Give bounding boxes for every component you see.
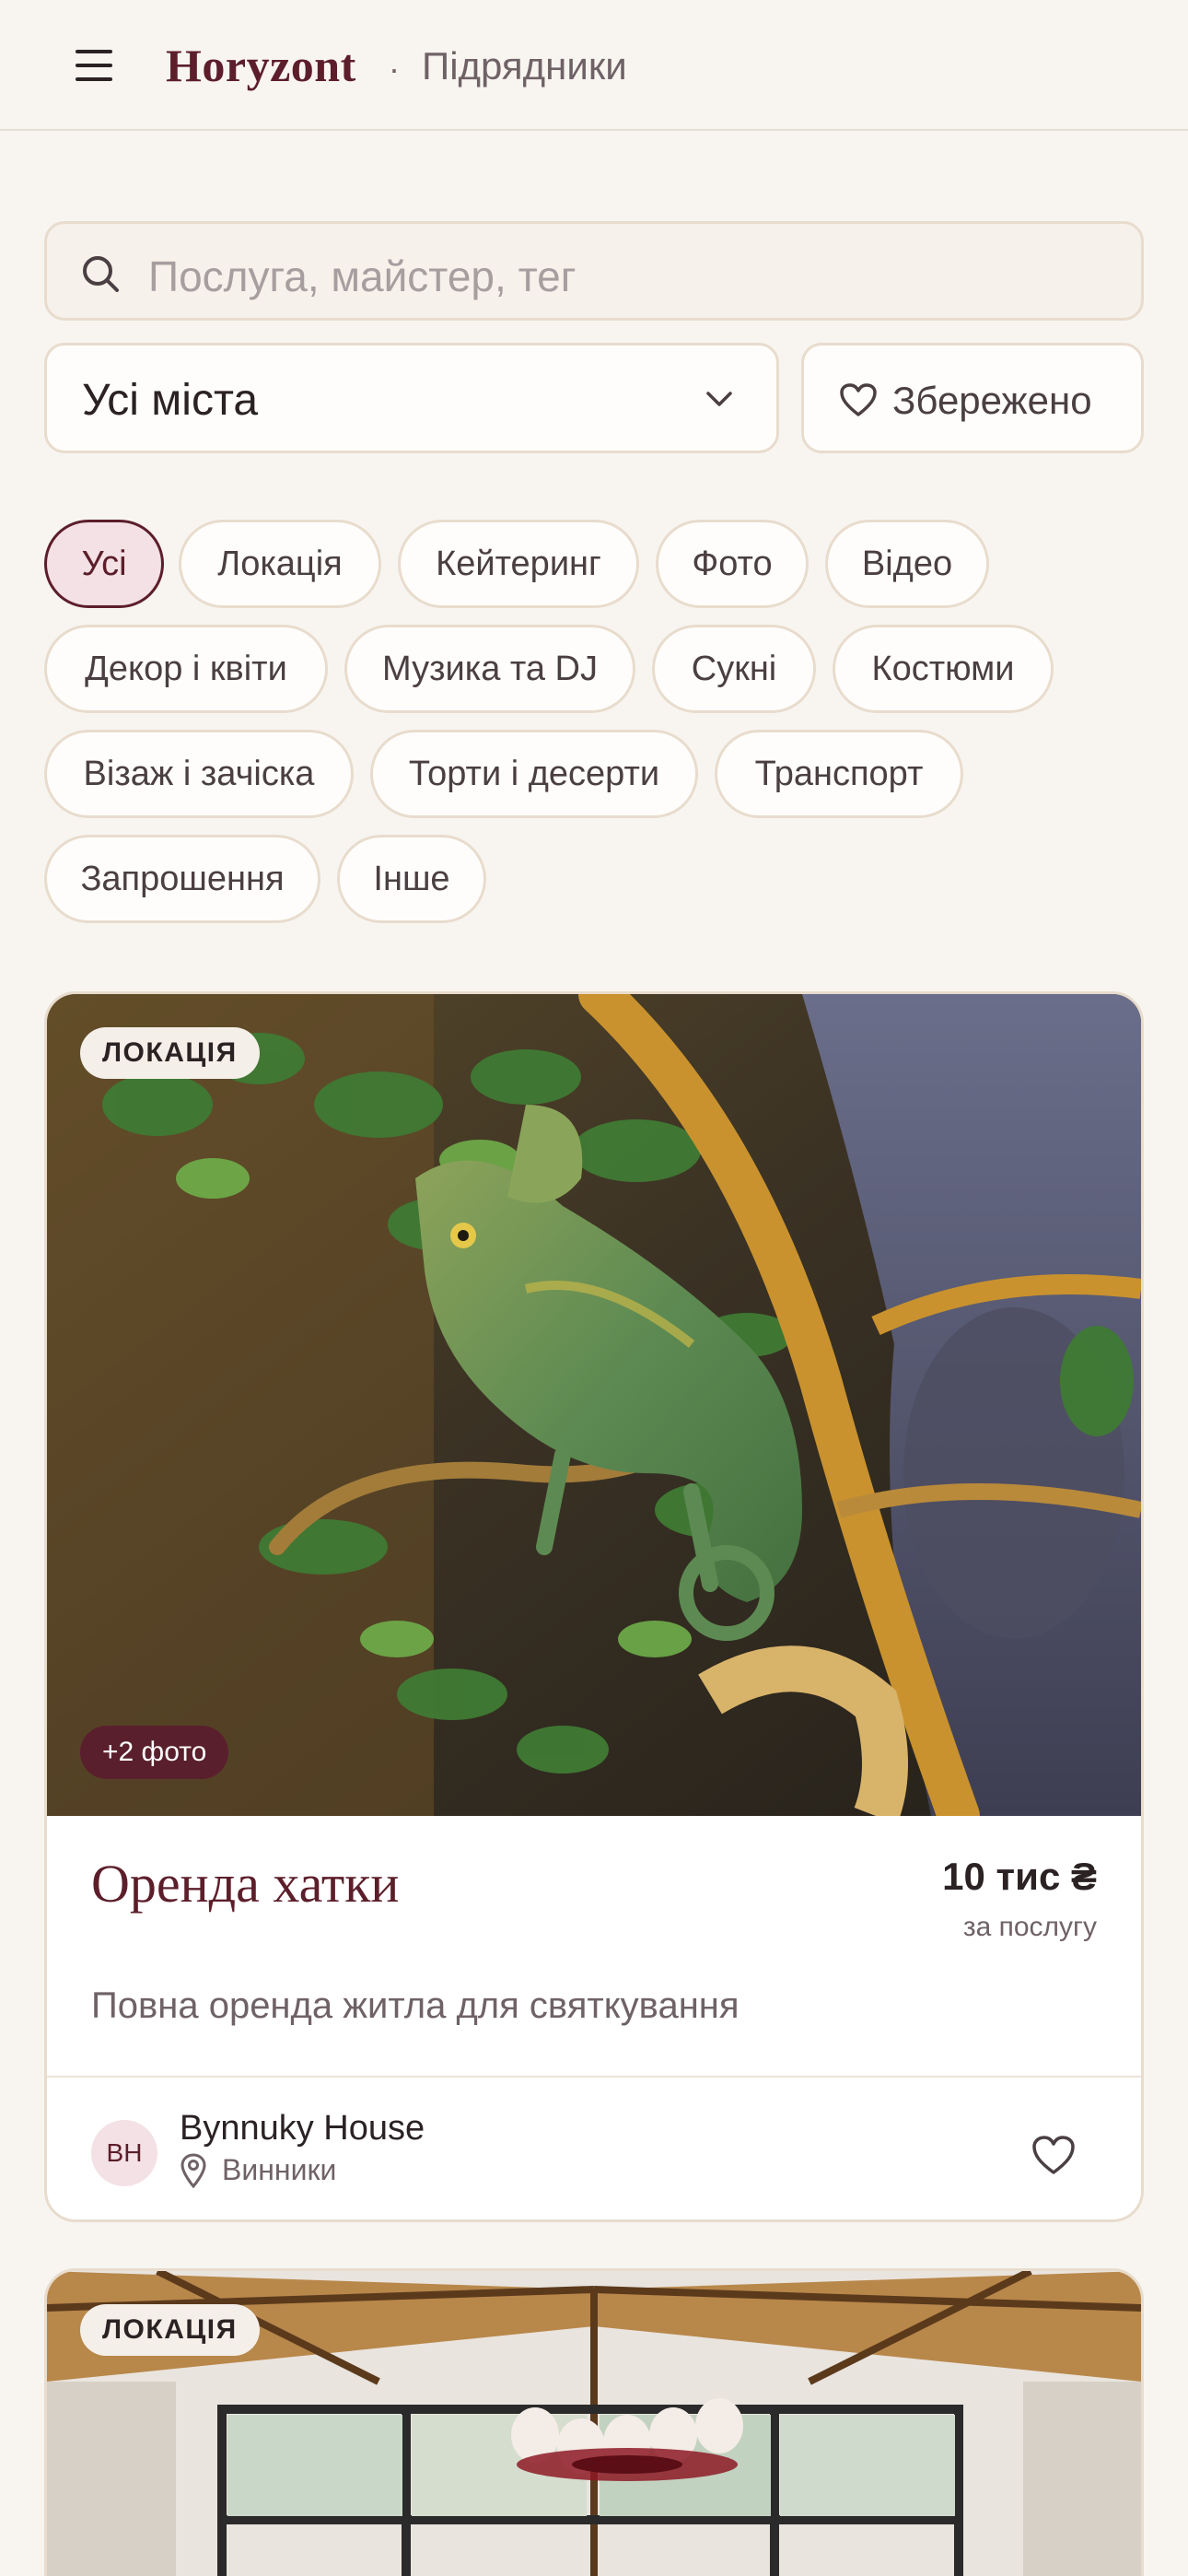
search-input[interactable]: Послуга, майстер, тег xyxy=(44,221,1144,321)
vendor-city: Винники xyxy=(222,2153,337,2186)
saved-button-label: Збережено xyxy=(892,379,1092,422)
listing-description: Повна оренда житла для святкування xyxy=(91,1985,740,2026)
category-tag: ЛОКАЦІЯ xyxy=(80,2304,260,2356)
category-chip-invitations[interactable]: Запрошення xyxy=(44,835,320,923)
search-placeholder: Послуга, майстер, тег xyxy=(148,252,577,300)
city-select[interactable]: Усі міста xyxy=(44,343,779,453)
page-title: Підрядники xyxy=(422,44,627,88)
listing-photo[interactable] xyxy=(47,994,1141,1816)
vendor-name[interactable]: Bynnuky House xyxy=(180,2109,425,2149)
favorite-heart-icon[interactable] xyxy=(1031,2135,1077,2175)
heart-icon xyxy=(840,383,877,416)
listing-card[interactable]: ЛОКАЦІЯ xyxy=(44,2268,1144,2576)
category-tag: ЛОКАЦІЯ xyxy=(80,1027,260,1079)
breadcrumb-separator: · xyxy=(389,50,400,88)
vendor-avatar[interactable]: BH xyxy=(91,2120,157,2186)
listing-price-unit: за послугу xyxy=(962,1912,1097,1942)
category-chip-all[interactable]: Усі xyxy=(44,520,164,608)
city-select-value: Усі міста xyxy=(82,376,259,425)
listing-card[interactable]: ЛОКАЦІЯ +2 фото Оренда хатки 10 тис ₴ за… xyxy=(44,991,1144,2222)
category-chip-transport[interactable]: Транспорт xyxy=(715,730,963,818)
category-chip-music[interactable]: Музика та DJ xyxy=(344,625,635,713)
search-icon xyxy=(83,256,119,292)
chevron-down-icon xyxy=(706,392,732,406)
category-chip-other[interactable]: Інше xyxy=(337,835,486,923)
hamburger-menu-icon[interactable] xyxy=(76,50,112,81)
category-chip-photo[interactable]: Фото xyxy=(656,520,809,608)
photo-count-badge[interactable]: +2 фото xyxy=(80,1726,229,1779)
brand-logo[interactable]: Horyzont xyxy=(166,39,356,92)
location-pin-icon xyxy=(181,2153,206,2188)
category-chip-location[interactable]: Локація xyxy=(179,520,381,608)
listing-title[interactable]: Оренда хатки xyxy=(91,1853,399,1914)
category-chip-suits[interactable]: Костюми xyxy=(833,625,1054,713)
category-chip-video[interactable]: Відео xyxy=(825,520,989,608)
card-divider xyxy=(47,2076,1141,2078)
saved-button[interactable]: Збережено xyxy=(801,343,1144,453)
top-bar: Horyzont · Підрядники xyxy=(0,0,1188,131)
category-chip-catering[interactable]: Кейтеринг xyxy=(398,520,639,608)
category-chip-cakes[interactable]: Торти і десерти xyxy=(370,730,698,818)
listing-price: 10 тис ₴ xyxy=(942,1855,1097,1898)
category-chip-dresses[interactable]: Сукні xyxy=(652,625,816,713)
chameleon-photo xyxy=(47,994,1141,1816)
category-chip-makeup[interactable]: Візаж і зачіска xyxy=(44,730,354,818)
category-chip-decor[interactable]: Декор і квіти xyxy=(44,625,328,713)
